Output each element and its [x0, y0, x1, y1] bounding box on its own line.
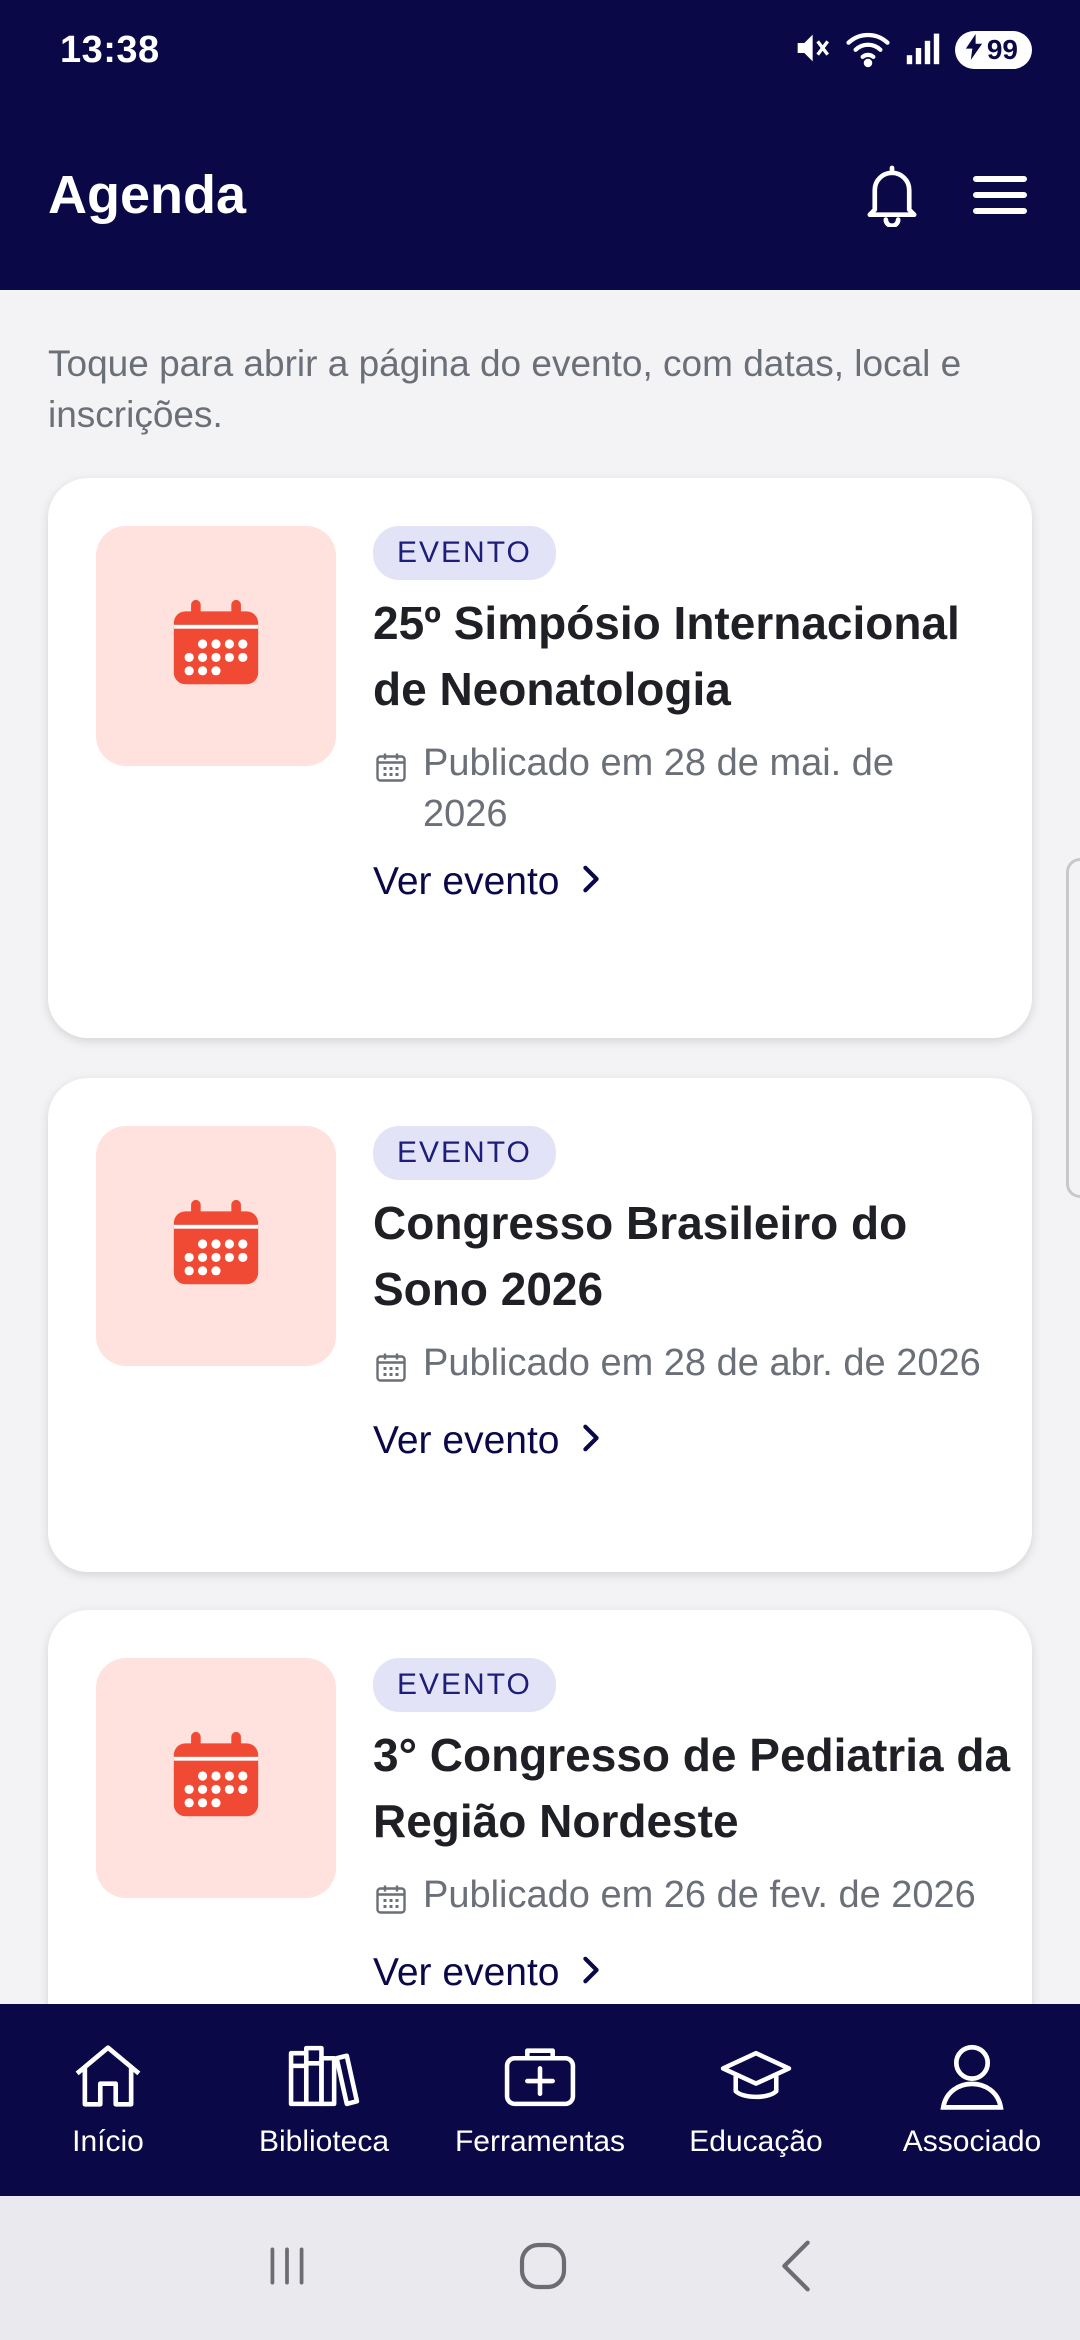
chevron-right-icon [579, 1419, 603, 1463]
event-published: Publicado em 28 de mai. de 2026 [373, 738, 1033, 840]
medical-kit-icon [502, 2042, 578, 2115]
nav-item-ferramentas[interactable]: Ferramentas [432, 2004, 648, 2196]
event-tag: EVENTO [373, 1658, 556, 1712]
chevron-right-icon [579, 1951, 603, 1995]
menu-icon[interactable] [968, 163, 1032, 227]
nav-label: Associado [902, 2124, 1042, 2158]
wifi-icon [845, 28, 891, 73]
nav-label: Educação [689, 2124, 823, 2158]
edge-panel-handle[interactable] [1066, 858, 1080, 1198]
signal-icon [905, 30, 941, 71]
app-root: 13:38 99 Agenda Toque para abrir a págin… [0, 0, 1080, 2340]
status-bar: 13:38 99 [0, 0, 1080, 100]
event-published-text: Publicado em 26 de fev. de 2026 [423, 1874, 976, 1916]
nav-label: Ferramentas [454, 2124, 626, 2158]
nav-item-biblioteca[interactable]: Biblioteca [216, 2004, 432, 2196]
nav-label: Biblioteca [258, 2124, 390, 2158]
event-card-body: EVENTO 25º Simpósio Internacional de Neo… [373, 526, 1033, 904]
event-title: 25º Simpósio Internacional de Neonatolog… [373, 597, 960, 715]
recent-apps-icon[interactable] [262, 2241, 312, 2296]
header-actions [860, 163, 1032, 227]
mute-icon [791, 28, 831, 73]
view-event-label: Ver evento [373, 860, 560, 903]
event-card[interactable]: EVENTO 3° Congresso de Pediatria da Regi… [48, 1610, 1032, 2004]
event-thumbnail [96, 526, 336, 766]
nav-item-inicio[interactable]: Início [0, 2004, 216, 2196]
event-published: Publicado em 26 de fev. de 2026 [373, 1870, 1033, 1931]
event-thumbnail [96, 1658, 336, 1898]
library-icon [286, 2042, 362, 2115]
calendar-small-icon [373, 748, 409, 799]
back-icon[interactable] [774, 2238, 818, 2299]
home-icon [72, 2042, 144, 2115]
event-title: 3° Congresso de Pediatria da Região Nord… [373, 1729, 1011, 1847]
status-time: 13:38 [60, 28, 160, 71]
status-icons: 99 [791, 28, 1032, 73]
events-list[interactable]: Toque para abrir a página do evento, com… [0, 290, 1080, 2004]
nav-item-associado[interactable]: Associado [864, 2004, 1080, 2196]
event-published: Publicado em 28 de abr. de 2026 [373, 1338, 1033, 1399]
event-published-text: Publicado em 28 de abr. de 2026 [423, 1342, 981, 1384]
nav-label: Início [72, 2124, 144, 2158]
calendar-icon [170, 598, 262, 695]
event-thumbnail [96, 1126, 336, 1366]
calendar-small-icon [373, 1348, 409, 1399]
chevron-right-icon [579, 860, 603, 904]
calendar-icon [170, 1198, 262, 1295]
hint-text: Toque para abrir a página do evento, com… [48, 343, 962, 435]
calendar-small-icon [373, 1880, 409, 1931]
event-card[interactable]: EVENTO Congresso Brasileiro do Sono 2026… [48, 1078, 1032, 1572]
view-event-label: Ver evento [373, 1419, 560, 1462]
bottom-nav: Início Biblioteca Ferramentas Educação A… [0, 2004, 1080, 2196]
event-card-body: EVENTO Congresso Brasileiro do Sono 2026… [373, 1126, 1033, 1463]
battery-level: 99 [986, 34, 1018, 65]
user-icon [938, 2042, 1006, 2115]
event-published-text: Publicado em 28 de mai. de 2026 [423, 742, 895, 835]
event-card[interactable]: EVENTO 25º Simpósio Internacional de Neo… [48, 478, 1032, 1038]
event-tag: EVENTO [373, 1126, 556, 1180]
page-title: Agenda [48, 165, 247, 225]
event-title: Congresso Brasileiro do Sono 2026 [373, 1197, 908, 1315]
view-event-label: Ver evento [373, 1951, 560, 1994]
bell-icon[interactable] [860, 163, 924, 227]
nav-item-educacao[interactable]: Educação [648, 2004, 864, 2196]
system-nav-bar [0, 2196, 1080, 2340]
view-event-link[interactable]: Ver evento [373, 1951, 1033, 1995]
battery-charging-icon [965, 33, 983, 67]
home-button-icon[interactable] [515, 2238, 571, 2299]
view-event-link[interactable]: Ver evento [373, 860, 1033, 904]
event-tag: EVENTO [373, 526, 556, 580]
calendar-icon [170, 1730, 262, 1827]
view-event-link[interactable]: Ver evento [373, 1419, 1033, 1463]
event-card-body: EVENTO 3° Congresso de Pediatria da Regi… [373, 1658, 1033, 1995]
app-header: Agenda [0, 100, 1080, 290]
graduation-cap-icon [718, 2042, 794, 2115]
battery-indicator: 99 [954, 31, 1032, 69]
